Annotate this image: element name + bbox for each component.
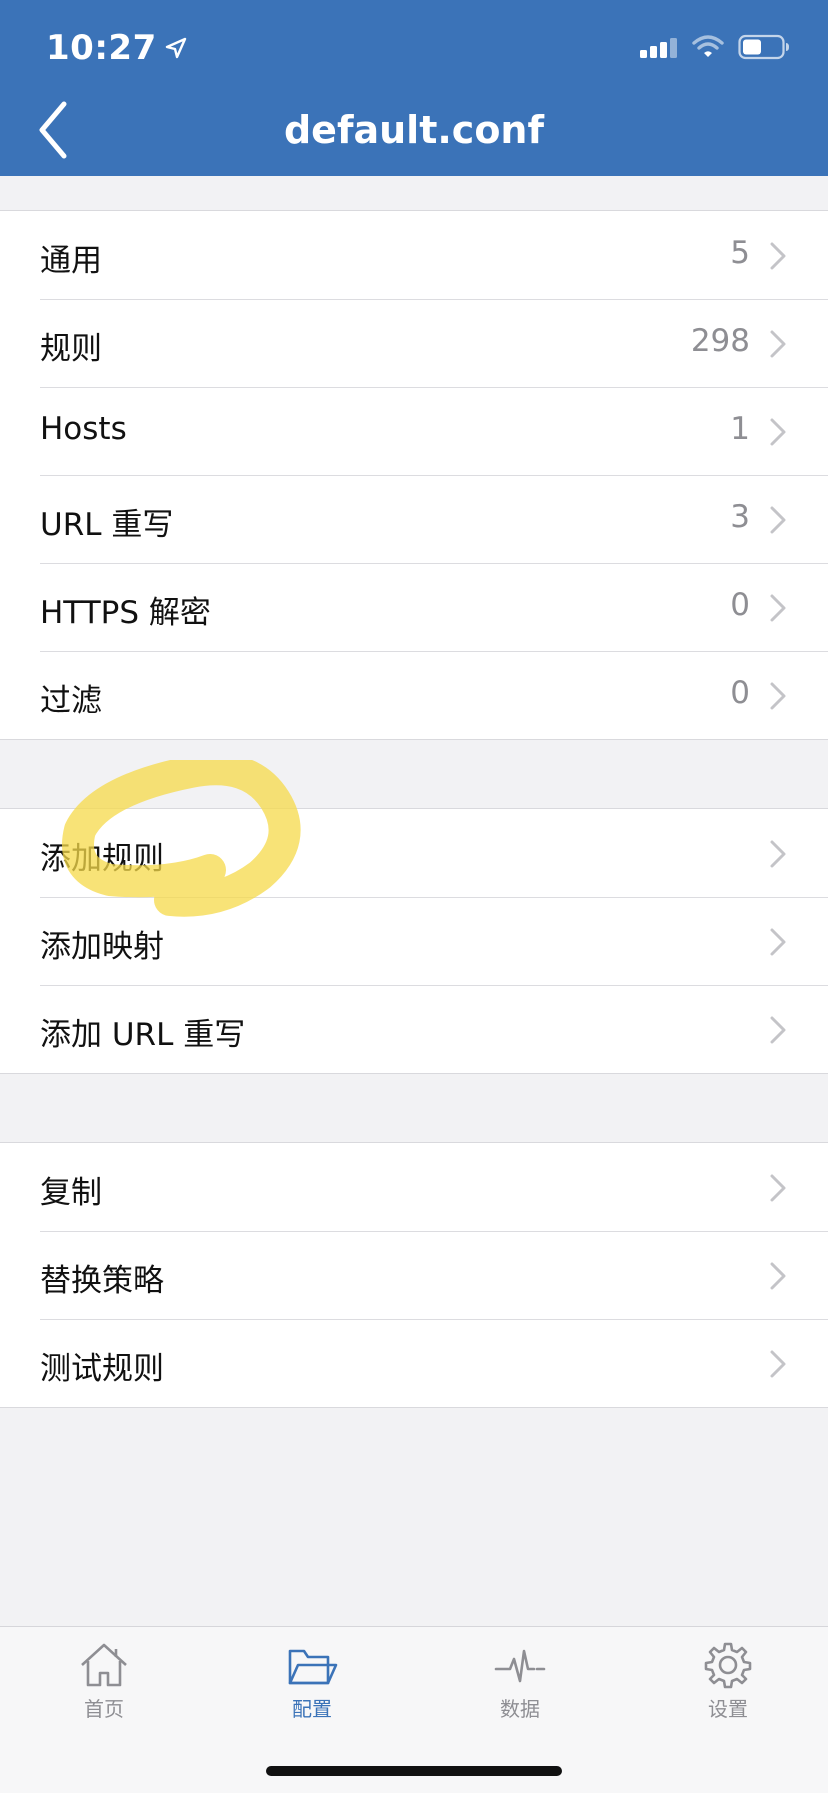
- row-general[interactable]: 通用 5: [0, 211, 828, 299]
- tab-label: 配置: [292, 1697, 332, 1721]
- row-add-rule[interactable]: 添加规则: [0, 809, 828, 897]
- status-time-text: 10:27: [46, 28, 157, 68]
- row-count: 3: [730, 499, 750, 535]
- row-count: 0: [730, 675, 750, 711]
- row-https-decrypt[interactable]: HTTPS 解密 0: [0, 563, 828, 651]
- row-hosts[interactable]: Hosts 1: [0, 387, 828, 475]
- row-label: HTTPS 解密: [40, 595, 211, 631]
- row-label: 添加 URL 重写: [40, 1017, 246, 1053]
- chevron-right-icon: [770, 242, 786, 270]
- tools-section: 复制 替换策略 测试规则: [0, 1142, 828, 1408]
- chevron-right-icon: [770, 330, 786, 358]
- row-count: 0: [730, 587, 750, 623]
- row-count: 298: [690, 323, 750, 359]
- row-count: 1: [730, 411, 750, 447]
- location-arrow-icon: [165, 37, 186, 59]
- row-label: 复制: [40, 1175, 102, 1211]
- row-url-rewrite[interactable]: URL 重写 3: [0, 475, 828, 563]
- row-label: 添加映射: [40, 929, 164, 965]
- row-label: 通用: [40, 243, 102, 279]
- chevron-right-icon: [770, 682, 786, 710]
- row-label: 测试规则: [40, 1351, 164, 1387]
- tab-config[interactable]: 配置: [242, 1641, 382, 1731]
- gear-icon: [704, 1642, 752, 1689]
- row-label: 过滤: [40, 683, 102, 719]
- row-copy[interactable]: 复制: [0, 1143, 828, 1231]
- row-test-rules[interactable]: 测试规则: [0, 1319, 828, 1407]
- chevron-right-icon: [770, 1174, 786, 1202]
- status-time: 10:27: [46, 28, 187, 68]
- row-label: 替换策略: [40, 1263, 164, 1299]
- row-label: Hosts: [40, 411, 127, 447]
- row-rules[interactable]: 规则 298: [0, 299, 828, 387]
- status-indicators: [640, 34, 790, 60]
- tab-home[interactable]: 首页: [34, 1641, 174, 1731]
- add-section: 添加规则 添加映射 添加 URL 重写: [0, 808, 828, 1074]
- page-title: default.conf: [283, 108, 545, 152]
- home-indicator: [266, 1766, 562, 1776]
- tab-label: 设置: [708, 1697, 748, 1721]
- config-section: 通用 5 规则 298 Hosts 1 URL 重写 3 HTTPS 解密 0 …: [0, 210, 828, 740]
- row-replace-policy[interactable]: 替换策略: [0, 1231, 828, 1319]
- chevron-right-icon: [770, 594, 786, 622]
- row-filter[interactable]: 过滤 0: [0, 651, 828, 739]
- home-icon: [81, 1643, 127, 1687]
- tab-label: 首页: [84, 1697, 124, 1721]
- row-add-url-rewrite[interactable]: 添加 URL 重写: [0, 985, 828, 1073]
- chevron-right-icon: [770, 840, 786, 868]
- signal-icon: [640, 38, 677, 58]
- row-add-mapping[interactable]: 添加映射: [0, 897, 828, 985]
- folder-icon: [288, 1649, 338, 1685]
- row-label: URL 重写: [40, 507, 174, 543]
- pulse-icon: [494, 1649, 546, 1683]
- nav-header: 10:27 default.conf: [0, 0, 828, 176]
- battery-icon: [738, 34, 789, 60]
- row-label: 添加规则: [40, 841, 164, 877]
- wifi-icon: [692, 35, 724, 57]
- chevron-right-icon: [770, 1350, 786, 1378]
- chevron-right-icon: [770, 506, 786, 534]
- chevron-right-icon: [770, 1262, 786, 1290]
- tab-settings[interactable]: 设置: [658, 1641, 798, 1731]
- chevron-right-icon: [770, 1016, 786, 1044]
- row-label: 规则: [40, 331, 102, 367]
- tab-data[interactable]: 数据: [450, 1641, 590, 1731]
- chevron-right-icon: [770, 928, 786, 956]
- row-count: 5: [730, 235, 750, 271]
- tab-label: 数据: [500, 1697, 540, 1721]
- chevron-right-icon: [770, 418, 786, 446]
